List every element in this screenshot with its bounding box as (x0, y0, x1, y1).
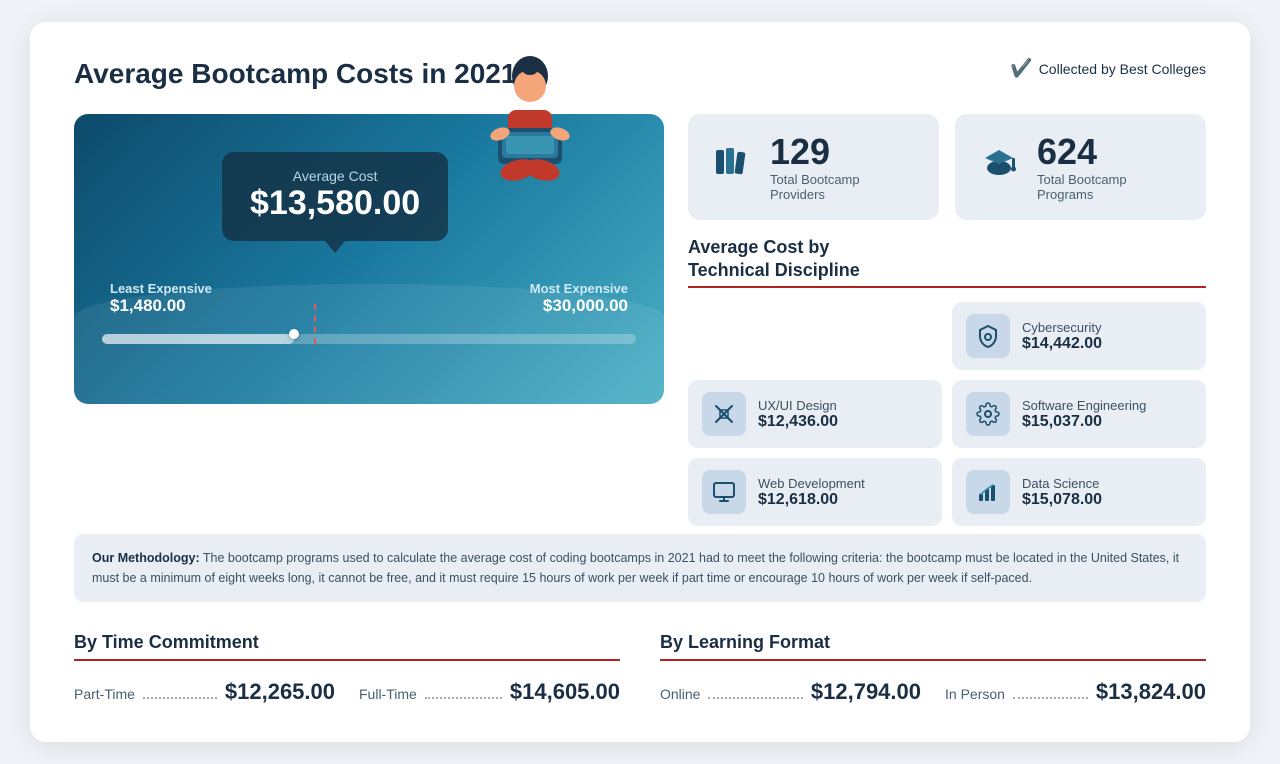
online-value: $12,794.00 (811, 679, 921, 705)
main-card: Average Bootcamp Costs in 2021 ✔️ Collec… (30, 22, 1250, 742)
webdev-name: Web Development (758, 476, 865, 491)
collected-by: ✔️ Collected by Best Colleges (1010, 58, 1206, 79)
books-icon (710, 140, 754, 193)
hero-slider-fill (102, 334, 294, 344)
main-title: Average Bootcamp Costs in 2021 (74, 58, 516, 90)
avg-cost-box: Average Cost $13,580.00 (222, 152, 448, 241)
in-person-label: In Person (945, 686, 1005, 702)
methodology-box: Our Methodology: The bootcamp programs u… (74, 534, 1206, 602)
discipline-section: Average Cost by Technical Discipline (688, 236, 1206, 527)
most-expensive-value: $30,000.00 (530, 296, 628, 316)
discipline-datascience: Data Science $15,078.00 (952, 458, 1206, 526)
least-expensive-label: Least Expensive (110, 281, 212, 296)
full-time-stat: Full-Time $14,605.00 (359, 679, 620, 705)
bottom-section: By Time Commitment Part-Time $12,265.00 … (74, 632, 1206, 705)
most-expensive-label: Most Expensive (530, 281, 628, 296)
discipline-grid: Cybersecurity $14,442.00 (688, 302, 1206, 526)
discipline-software-eng: Software Engineering $15,037.00 (952, 380, 1206, 448)
cybersecurity-info: Cybersecurity $14,442.00 (1022, 320, 1102, 353)
hero-slider (102, 334, 636, 344)
uxui-name: UX/UI Design (758, 398, 838, 413)
software-eng-info: Software Engineering $15,037.00 (1022, 398, 1146, 431)
discipline-cybersecurity: Cybersecurity $14,442.00 (952, 302, 1206, 370)
online-label: Online (660, 686, 700, 702)
most-expensive-stat: Most Expensive $30,000.00 (530, 281, 628, 316)
person-illustration (470, 54, 590, 184)
online-stat: Online $12,794.00 (660, 679, 921, 705)
discipline-header: Average Cost by Technical Discipline (688, 236, 1206, 283)
uxui-info: UX/UI Design $12,436.00 (758, 398, 838, 431)
learning-format-title: By Learning Format (660, 632, 1206, 653)
learning-format-col: By Learning Format Online $12,794.00 In … (660, 632, 1206, 705)
software-eng-name: Software Engineering (1022, 398, 1146, 413)
time-commitment-title: By Time Commitment (74, 632, 620, 653)
programs-info: 624 Total Bootcamp Programs (1037, 132, 1184, 202)
least-expensive-value: $1,480.00 (110, 296, 212, 316)
discipline-webdev: Web Development $12,618.00 (688, 458, 942, 526)
programs-label: Total Bootcamp Programs (1037, 172, 1184, 202)
webdev-cost: $12,618.00 (758, 491, 865, 509)
part-time-value: $12,265.00 (225, 679, 335, 705)
learning-format-stats: Online $12,794.00 In Person $13,824.00 (660, 679, 1206, 705)
hero-slider-dot (289, 329, 299, 339)
providers-label: Total Bootcamp Providers (770, 172, 917, 202)
webdev-info: Web Development $12,618.00 (758, 476, 865, 509)
part-time-dots (143, 697, 217, 699)
hero-bottom: Least Expensive $1,480.00 Most Expensive… (102, 281, 636, 316)
part-time-label: Part-Time (74, 686, 135, 702)
cybersecurity-cost: $14,442.00 (1022, 335, 1102, 353)
top-row: Average Cost $13,580.00 Least Expensive … (74, 114, 1206, 526)
providers-number: 129 (770, 132, 917, 172)
methodology-label: Our Methodology: (92, 551, 200, 565)
time-commitment-divider (74, 659, 620, 661)
providers-info: 129 Total Bootcamp Providers (770, 132, 917, 202)
part-time-stat: Part-Time $12,265.00 (74, 679, 335, 705)
online-dots (708, 697, 802, 699)
monitor-icon (702, 470, 746, 514)
software-eng-cost: $15,037.00 (1022, 413, 1146, 431)
full-time-dots (425, 697, 502, 699)
learning-format-divider (660, 659, 1206, 661)
programs-card: 624 Total Bootcamp Programs (955, 114, 1206, 220)
shield-icon (966, 314, 1010, 358)
collected-by-label: Collected by Best Colleges (1039, 61, 1206, 77)
uxui-cost: $12,436.00 (758, 413, 838, 431)
time-commitment-stats: Part-Time $12,265.00 Full-Time $14,605.0… (74, 679, 620, 705)
verified-icon: ✔️ (1010, 58, 1032, 79)
chart-icon (966, 470, 1010, 514)
avg-cost-value: $13,580.00 (250, 184, 420, 223)
full-time-value: $14,605.00 (510, 679, 620, 705)
methodology-text: The bootcamp programs used to calculate … (92, 551, 1179, 585)
datascience-name: Data Science (1022, 476, 1102, 491)
stat-cards-row: 129 Total Bootcamp Providers (688, 114, 1206, 220)
design-icon (702, 392, 746, 436)
in-person-stat: In Person $13,824.00 (945, 679, 1206, 705)
in-person-dots (1013, 697, 1088, 699)
datascience-cost: $15,078.00 (1022, 491, 1102, 509)
gear-icon (966, 392, 1010, 436)
least-expensive-stat: Least Expensive $1,480.00 (110, 281, 212, 316)
graduation-icon (977, 140, 1021, 193)
full-time-label: Full-Time (359, 686, 417, 702)
datascience-info: Data Science $15,078.00 (1022, 476, 1102, 509)
cybersecurity-name: Cybersecurity (1022, 320, 1102, 335)
time-commitment-col: By Time Commitment Part-Time $12,265.00 … (74, 632, 620, 705)
avg-cost-label: Average Cost (250, 168, 420, 184)
discipline-uxui: UX/UI Design $12,436.00 (688, 380, 942, 448)
right-col: 129 Total Bootcamp Providers (688, 114, 1206, 526)
in-person-value: $13,824.00 (1096, 679, 1206, 705)
programs-number: 624 (1037, 132, 1184, 172)
providers-card: 129 Total Bootcamp Providers (688, 114, 939, 220)
discipline-divider (688, 286, 1206, 288)
header: Average Bootcamp Costs in 2021 ✔️ Collec… (74, 58, 1206, 90)
